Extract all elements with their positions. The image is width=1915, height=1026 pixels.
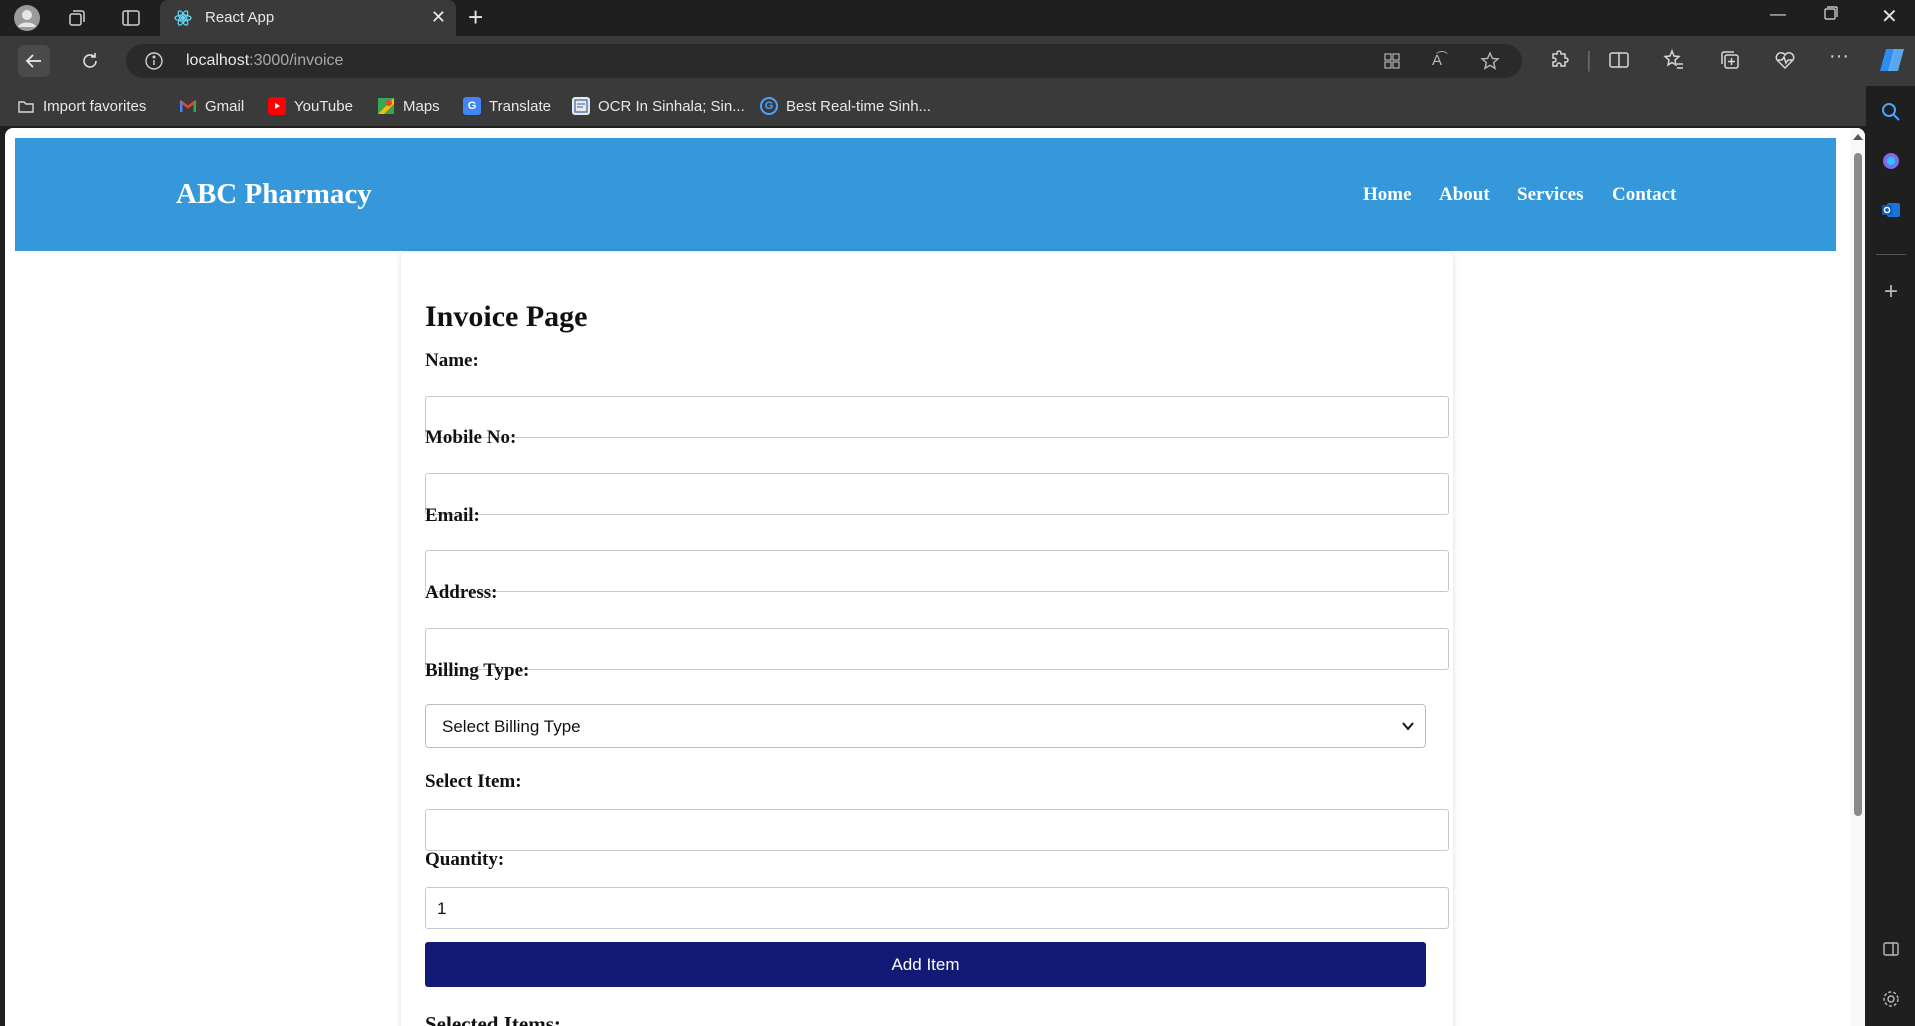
new-tab-icon[interactable]: + <box>468 4 483 30</box>
google-icon: G <box>760 97 778 115</box>
mobile-input[interactable] <box>425 473 1449 515</box>
url-text: localhost:3000/invoice <box>186 52 343 70</box>
add-item-label: Add Item <box>891 954 960 974</box>
youtube-icon <box>268 97 286 115</box>
bookmark-best-realtime-sinhala[interactable]: G Best Real-time Sinh... <box>760 96 931 116</box>
site-header: ABC Pharmacy Home About Services Contact <box>15 138 1836 251</box>
bookmarks-bar: Import favorites Gmail YouTube Maps G Tr… <box>0 86 1915 126</box>
billing-type-value: Select Billing Type <box>442 717 581 736</box>
toolbar-divider: | <box>1586 47 1592 72</box>
more-options-icon[interactable]: ··· <box>1829 45 1849 68</box>
email-label: Email: <box>425 505 480 526</box>
edge-sidebar: + <box>1866 86 1915 1026</box>
add-item-button[interactable]: Add Item <box>425 942 1426 987</box>
quantity-label: Quantity: <box>425 849 505 870</box>
url-path: :3000/invoice <box>249 52 344 69</box>
maps-icon <box>377 97 395 115</box>
chevron-down-icon <box>1401 718 1415 738</box>
favorites-icon[interactable] <box>1663 48 1685 76</box>
refresh-icon[interactable] <box>74 45 106 77</box>
read-aloud-icon[interactable]: A͡ <box>1432 52 1442 69</box>
nav-contact[interactable]: Contact <box>1612 184 1676 206</box>
nav-services[interactable]: Services <box>1517 184 1583 206</box>
restore-icon[interactable] <box>1824 6 1838 25</box>
site-info-icon[interactable] <box>144 51 164 76</box>
mobile-label: Mobile No: <box>425 427 517 448</box>
sidebar-settings-icon[interactable] <box>1880 988 1902 1010</box>
page-title: Invoice Page <box>425 300 588 333</box>
bookmark-label: Best Real-time Sinh... <box>786 97 932 115</box>
translate-icon: G <box>463 97 481 115</box>
nav-about[interactable]: About <box>1439 184 1490 206</box>
ocr-icon <box>572 97 590 115</box>
collections-icon[interactable] <box>1719 49 1741 76</box>
bookmark-label: Gmail <box>205 97 245 115</box>
quantity-input[interactable]: 1 <box>425 887 1449 929</box>
hide-sidebar-icon[interactable] <box>1880 938 1902 960</box>
workspaces-icon[interactable] <box>63 5 91 31</box>
url-field[interactable]: localhost:3000/invoice A͡ <box>126 44 1522 78</box>
folder-import-icon <box>17 97 35 115</box>
url-host: localhost <box>186 52 250 69</box>
bookmark-label: Maps <box>403 97 440 115</box>
react-logo-icon <box>174 9 192 32</box>
bookmark-ocr-sinhala[interactable]: OCR In Sinhala; Sin... <box>572 96 745 116</box>
split-screen-icon[interactable] <box>1608 49 1630 76</box>
bookmark-label: Import favorites <box>43 97 147 115</box>
bookmark-label: YouTube <box>294 97 353 115</box>
name-label: Name: <box>425 350 479 371</box>
invoice-form-card: Invoice Page Name: Mobile No: Email: Add… <box>401 252 1453 1026</box>
bookmark-label: Translate <box>489 97 551 115</box>
billing-type-label: Billing Type: <box>425 660 530 681</box>
site-logo[interactable]: ABC Pharmacy <box>176 178 372 211</box>
name-input[interactable] <box>425 396 1449 438</box>
copilot-icon[interactable] <box>1878 46 1906 79</box>
quantity-value: 1 <box>437 899 447 918</box>
tab-react-app[interactable]: React App ✕ <box>160 0 456 36</box>
bookmark-label: OCR In Sinhala; Sin... <box>598 97 745 115</box>
favorite-star-icon[interactable] <box>1480 51 1500 76</box>
close-window-icon[interactable]: ✕ <box>1881 4 1898 29</box>
address-input[interactable] <box>425 628 1449 670</box>
back-icon[interactable] <box>18 45 50 77</box>
bookmark-translate[interactable]: G Translate <box>463 96 551 116</box>
selected-items-heading: Selected Items: <box>425 1012 561 1026</box>
gmail-icon <box>179 97 197 115</box>
app-available-icon[interactable] <box>1382 51 1402 76</box>
tab-actions-icon[interactable] <box>117 5 145 31</box>
billing-type-select[interactable]: Select Billing Type <box>425 704 1426 748</box>
address-bar-row: localhost:3000/invoice A͡ | ··· <box>0 36 1915 86</box>
browser-tab-bar: React App ✕ + — ✕ <box>0 0 1915 36</box>
select-item-input[interactable] <box>425 809 1449 851</box>
bookmark-maps[interactable]: Maps <box>377 96 440 116</box>
bookmark-gmail[interactable]: Gmail <box>179 96 244 116</box>
select-item-label: Select Item: <box>425 771 522 792</box>
close-tab-icon[interactable]: ✕ <box>431 8 446 26</box>
profile-avatar-icon[interactable] <box>13 5 41 31</box>
bookmark-youtube[interactable]: YouTube <box>268 96 353 116</box>
sidebar-divider <box>1876 254 1906 255</box>
extensions-icon[interactable] <box>1549 49 1571 76</box>
page-viewport: ABC Pharmacy Home About Services Contact… <box>5 128 1865 1026</box>
scroll-thumb[interactable] <box>1854 153 1862 816</box>
tab-title: React App <box>205 9 275 26</box>
copilot-sidebar-icon[interactable] <box>1880 150 1902 172</box>
nav-home[interactable]: Home <box>1363 184 1412 206</box>
scroll-up-icon[interactable] <box>1853 134 1863 140</box>
page-scrollbar[interactable] <box>1850 128 1865 1026</box>
minimize-icon[interactable]: — <box>1770 6 1786 24</box>
browser-essentials-icon[interactable] <box>1774 49 1796 76</box>
email-input[interactable] <box>425 550 1449 592</box>
outlook-icon[interactable] <box>1880 199 1902 221</box>
search-icon[interactable] <box>1880 101 1902 123</box>
add-sidebar-app-icon[interactable]: + <box>1880 278 1902 305</box>
bookmark-import-favorites[interactable]: Import favorites <box>17 96 146 116</box>
address-label: Address: <box>425 582 498 603</box>
